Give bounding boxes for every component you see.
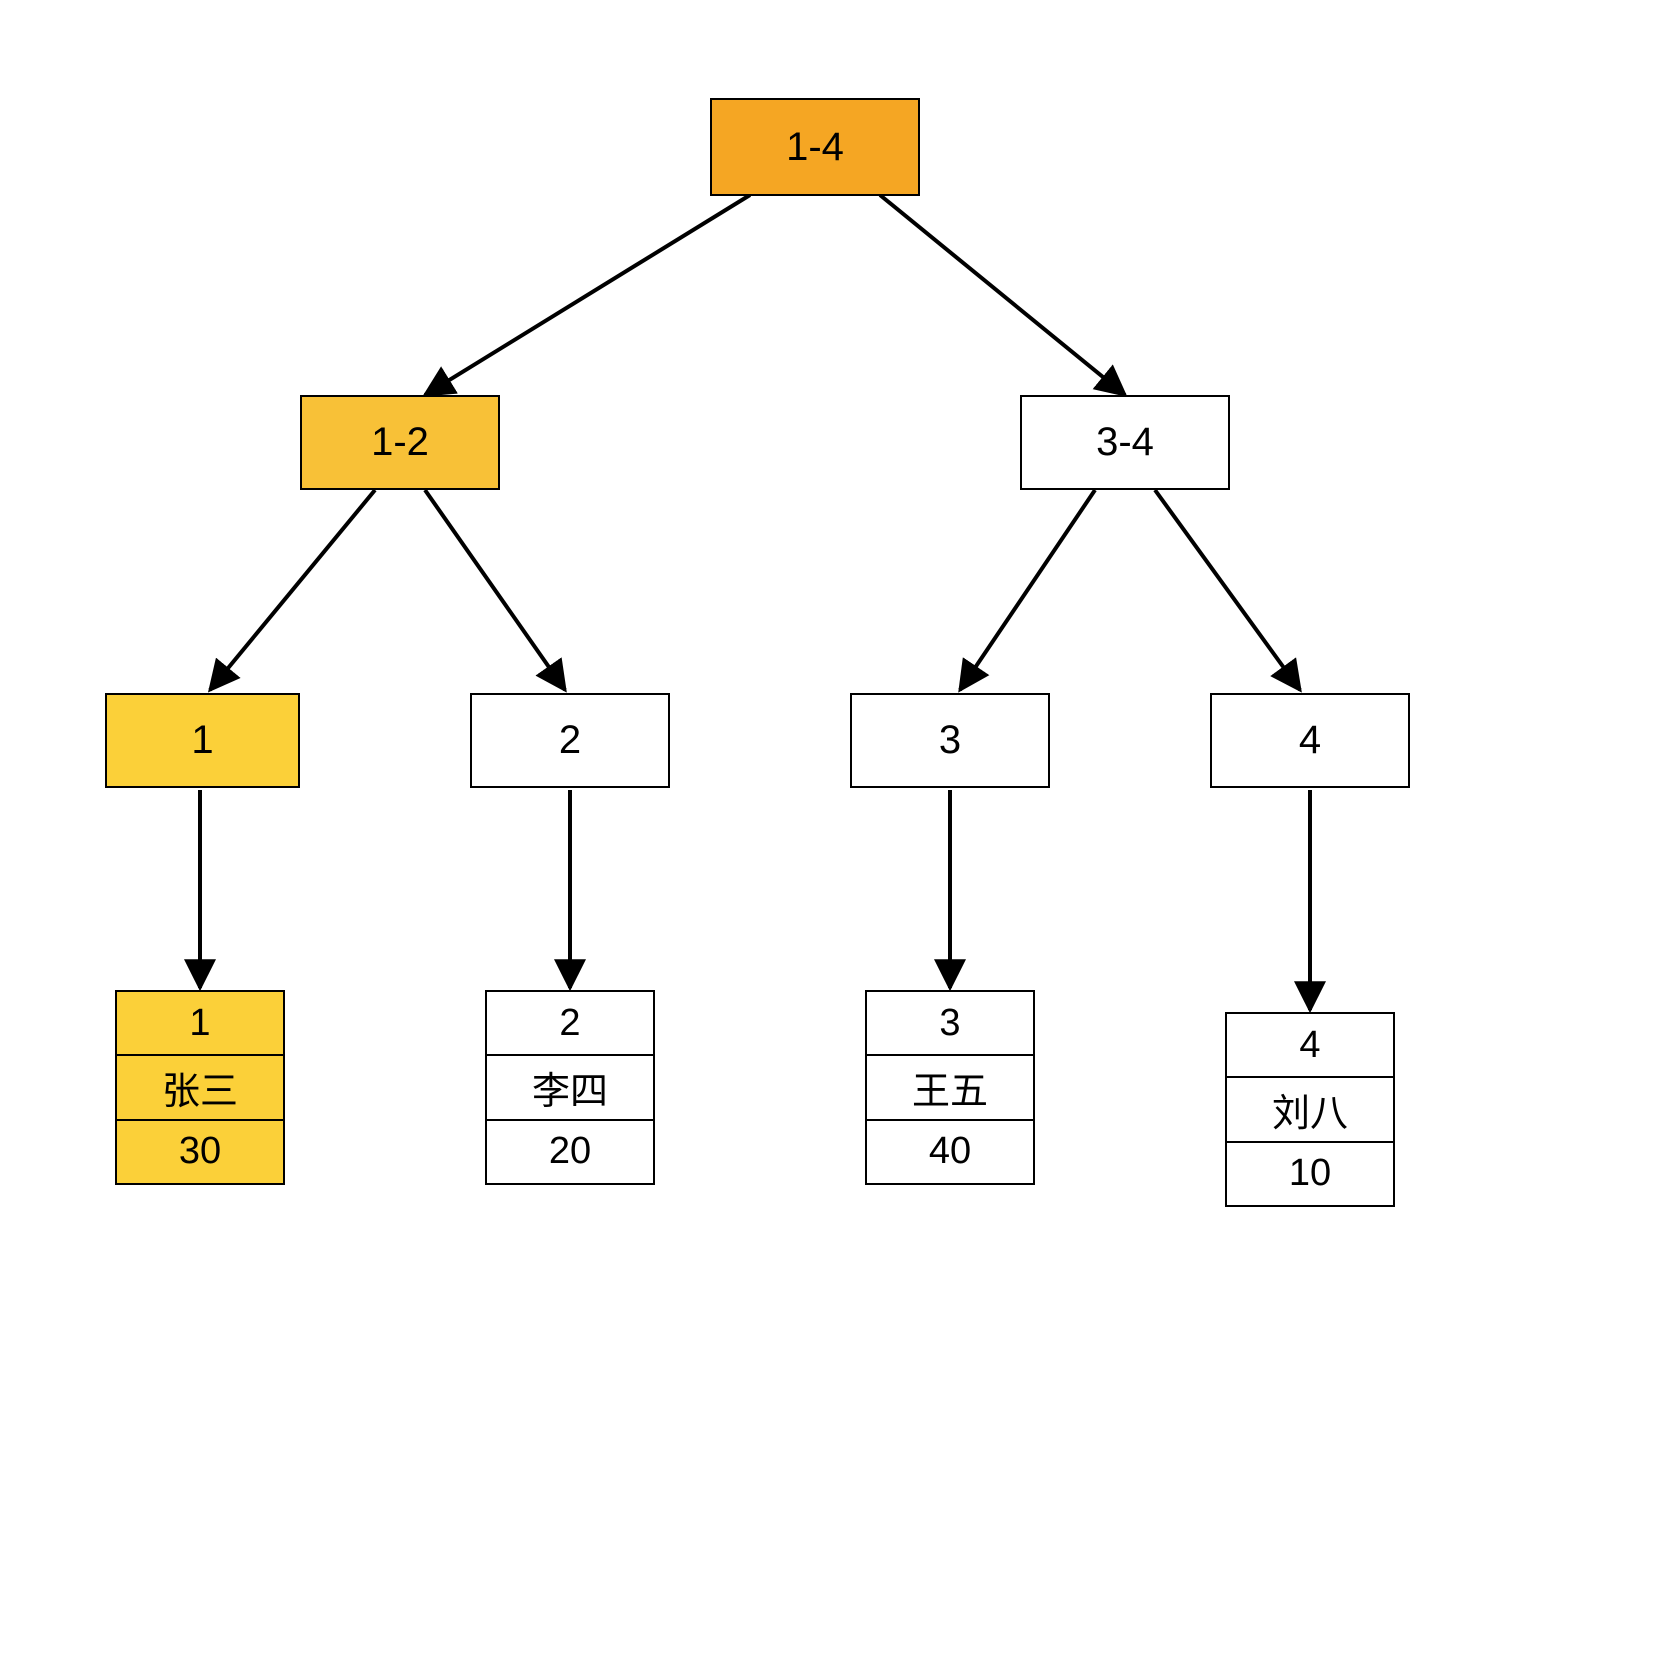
node-label: 1 xyxy=(191,718,213,763)
tree-edges xyxy=(0,0,1680,1680)
record-id: 2 xyxy=(487,992,653,1056)
record-4: 4 刘八 10 xyxy=(1225,1012,1395,1207)
record-id: 1 xyxy=(117,992,283,1056)
record-id: 4 xyxy=(1227,1014,1393,1078)
tree-node-root: 1-4 xyxy=(710,98,920,196)
record-name: 刘八 xyxy=(1227,1078,1393,1142)
tree-node-3-4: 3-4 xyxy=(1020,395,1230,490)
tree-diagram: 1-4 1-2 3-4 1 2 3 4 1 张三 30 2 李四 20 3 王五… xyxy=(0,0,1680,1680)
node-label: 3 xyxy=(939,718,961,763)
tree-leaf-2: 2 xyxy=(470,693,670,788)
node-label: 1-2 xyxy=(371,420,429,465)
record-value: 20 xyxy=(487,1121,653,1183)
record-name: 王五 xyxy=(867,1056,1033,1120)
tree-leaf-1: 1 xyxy=(105,693,300,788)
record-id: 3 xyxy=(867,992,1033,1056)
record-1: 1 张三 30 xyxy=(115,990,285,1185)
node-label: 4 xyxy=(1299,718,1321,763)
record-3: 3 王五 40 xyxy=(865,990,1035,1185)
node-label: 3-4 xyxy=(1096,420,1154,465)
tree-leaf-3: 3 xyxy=(850,693,1050,788)
record-2: 2 李四 20 xyxy=(485,990,655,1185)
record-value: 40 xyxy=(867,1121,1033,1183)
node-label: 1-4 xyxy=(786,125,844,170)
record-name: 李四 xyxy=(487,1056,653,1120)
record-name: 张三 xyxy=(117,1056,283,1120)
node-label: 2 xyxy=(559,718,581,763)
tree-leaf-4: 4 xyxy=(1210,693,1410,788)
tree-node-1-2: 1-2 xyxy=(300,395,500,490)
record-value: 30 xyxy=(117,1121,283,1183)
record-value: 10 xyxy=(1227,1143,1393,1205)
